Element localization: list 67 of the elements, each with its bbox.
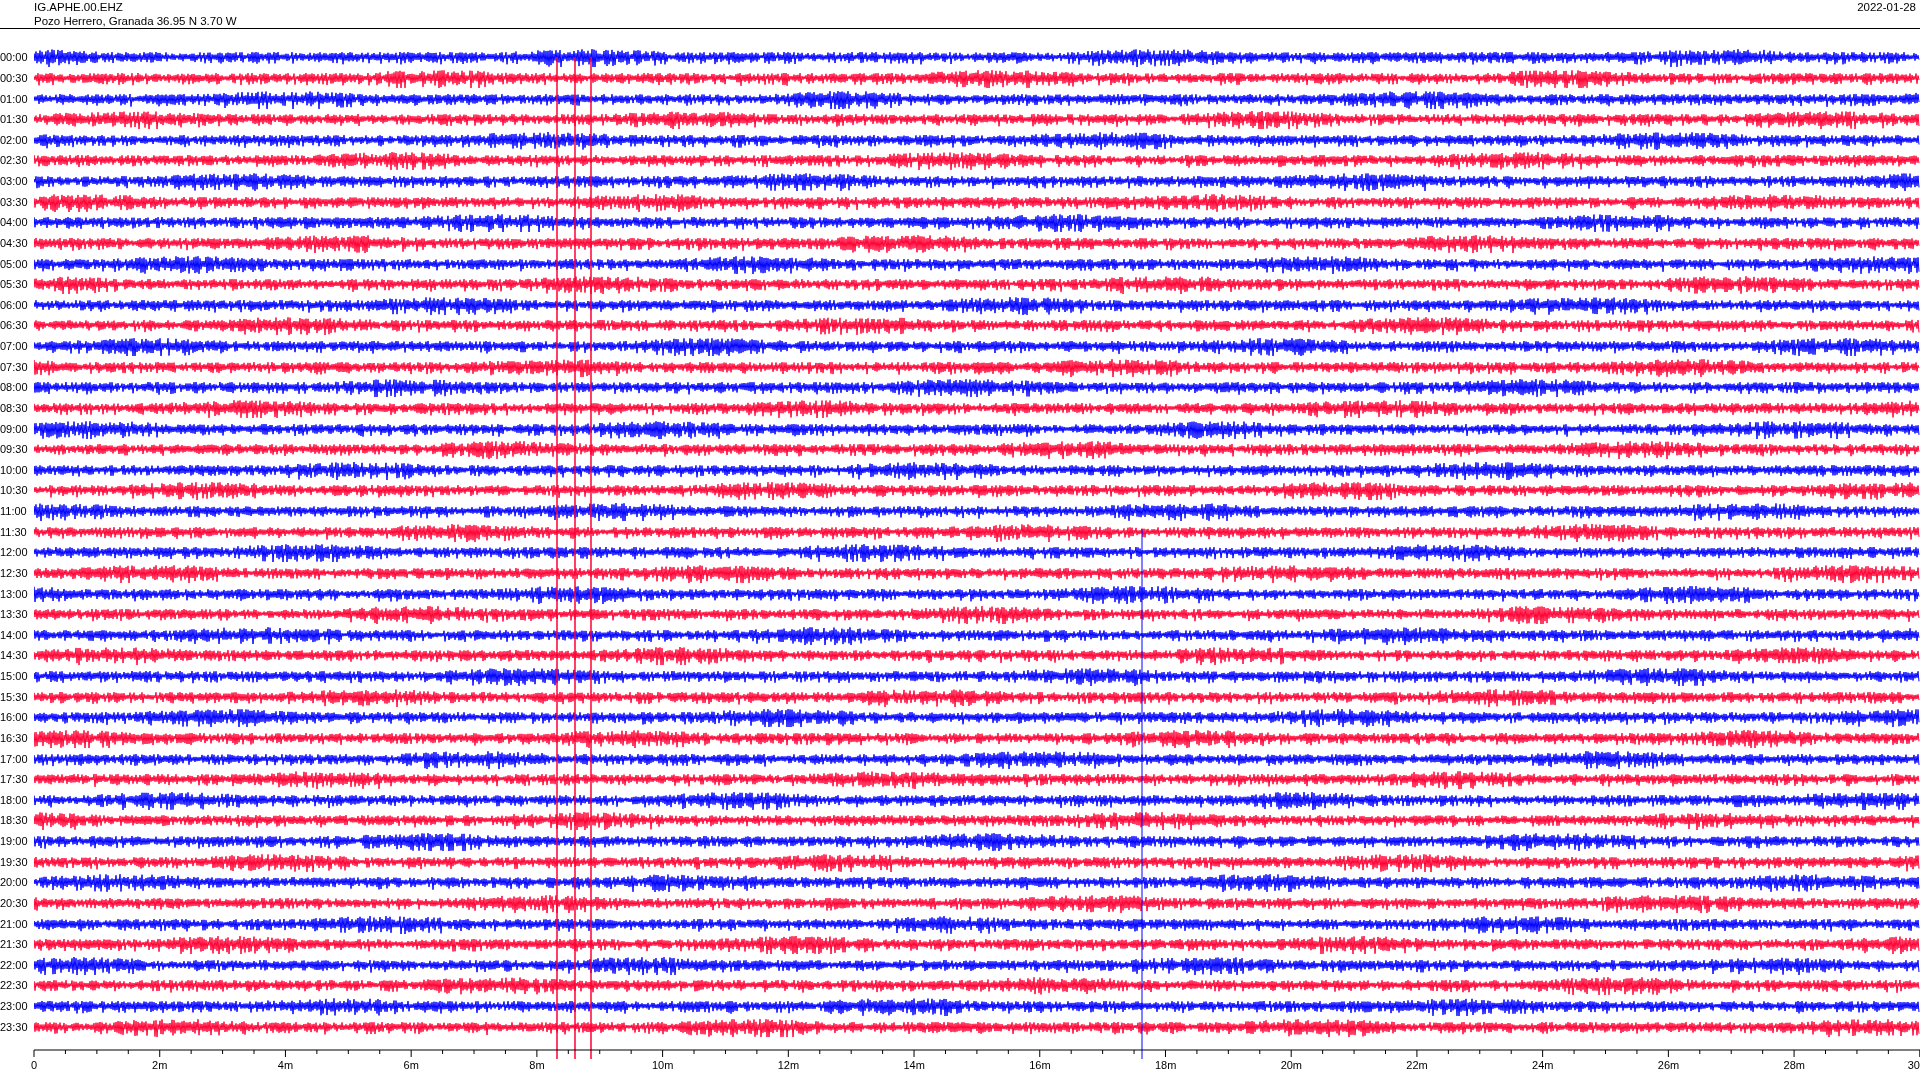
time-label: 07:30 [0,360,29,373]
axis-label: 28m [1783,1059,1805,1071]
axis-label: 22m [1406,1059,1428,1071]
time-label: 13:00 [0,587,29,600]
axis-label: 26m [1657,1059,1680,1071]
axis-label: 4m [277,1059,294,1071]
axis-label: 20m [1280,1059,1303,1071]
plot-date: 2022-01-28 [1857,0,1916,15]
axis-label: 6m [403,1059,419,1071]
time-label: 14:30 [0,649,29,662]
time-label: 05:30 [0,278,29,291]
time-label: 12:00 [0,546,29,559]
time-label: 20:00 [0,876,29,889]
station-code: IG.APHE.00.EHZ [34,0,124,14]
time-label: 23:30 [0,1020,29,1033]
time-label: 10:00 [0,463,29,476]
time-label: 15:00 [0,670,29,683]
time-label: 07:00 [0,340,29,353]
time-label: 16:00 [0,711,29,724]
time-label: 05:00 [0,257,29,270]
time-label: 19:30 [0,855,29,868]
time-label: 08:30 [0,401,29,414]
time-label: 18:30 [0,814,29,827]
time-label: 00:30 [0,71,29,84]
axis-label: 16m [1029,1059,1051,1071]
time-label: 19:00 [0,835,29,848]
axis-label: 2m [152,1059,168,1071]
axis-label: 30 [1907,1059,1920,1071]
time-label: 14:00 [0,628,29,641]
time-label: 17:30 [0,773,29,786]
time-label: 22:30 [0,979,29,992]
axis-label: 0 [30,1059,38,1071]
axis-label: 14m [903,1059,925,1071]
time-label: 02:30 [0,154,29,167]
time-label: 09:30 [0,443,29,456]
time-label: 15:30 [0,690,29,703]
time-label: 01:00 [0,92,29,105]
time-label: 04:00 [0,216,29,229]
time-label: 03:00 [0,175,29,188]
time-label: 23:00 [0,1000,29,1013]
time-label: 13:30 [0,608,29,621]
time-label: 11:00 [0,505,28,518]
time-label: 08:00 [0,381,29,394]
axis-label: 8m [529,1059,545,1071]
time-label: 06:00 [0,298,29,311]
time-label: 03:30 [0,195,29,208]
time-label: 20:30 [0,896,29,909]
time-label: 06:30 [0,319,29,332]
time-label: 04:30 [0,236,29,249]
time-label: 09:00 [0,422,29,435]
time-label: 18:00 [0,793,29,806]
time-label: 21:00 [0,917,29,930]
time-label: 16:30 [0,731,29,744]
time-label: 02:00 [0,133,29,146]
time-label: 21:30 [0,938,29,951]
time-label: 12:30 [0,566,29,579]
axis-label: 18m [1154,1059,1177,1071]
axis-label: 12m [777,1059,800,1071]
time-label: 00:00 [0,51,29,64]
time-label: 11:30 [0,525,28,538]
time-label: 17:00 [0,752,29,765]
axis-label: 10m [651,1059,674,1071]
axis-label: 24m [1532,1059,1554,1071]
station-location: Pozo Herrero, Granada 36.95 N 3.70 W [34,14,237,28]
time-label: 10:30 [0,484,29,497]
time-label: 22:00 [0,958,29,971]
time-label: 01:30 [0,113,29,126]
